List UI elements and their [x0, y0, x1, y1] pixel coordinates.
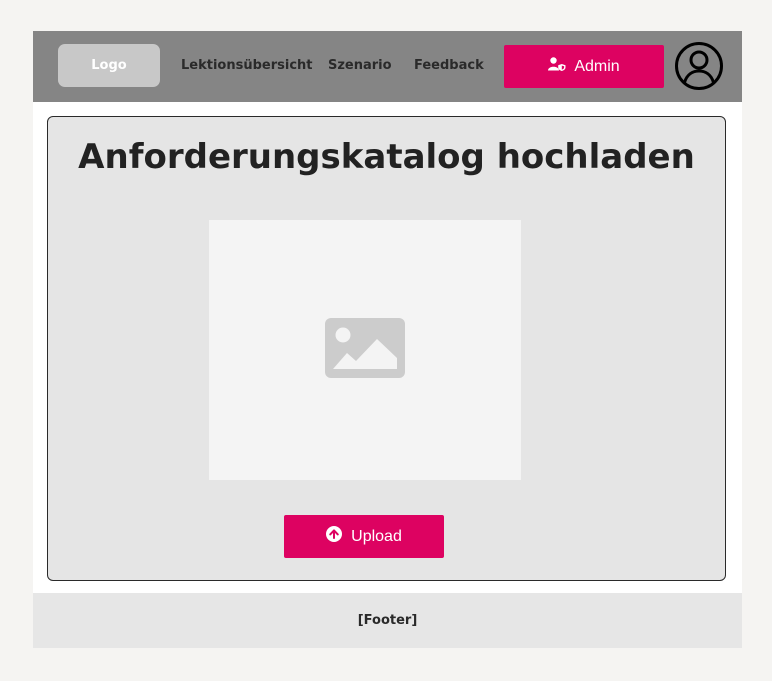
user-shield-icon: [548, 57, 566, 76]
admin-button[interactable]: Admin: [504, 45, 664, 88]
upload-button-label: Upload: [351, 527, 402, 545]
image-icon: [325, 318, 405, 382]
image-placeholder: [209, 220, 521, 480]
navbar: Logo Lektionsübersicht Szenario Feedback…: [33, 31, 742, 102]
page-frame: Logo Lektionsübersicht Szenario Feedback…: [33, 31, 742, 648]
nav-link-szenario[interactable]: Szenario: [328, 58, 392, 73]
nav-link-feedback[interactable]: Feedback: [414, 58, 484, 73]
footer-label: [Footer]: [357, 613, 418, 628]
upload-button[interactable]: Upload: [284, 515, 444, 558]
logo-label: Logo: [91, 58, 127, 73]
footer: [Footer]: [33, 593, 742, 648]
admin-button-label: Admin: [574, 57, 620, 75]
arrow-up-circle-icon: [326, 526, 343, 547]
user-circle-icon[interactable]: [674, 41, 724, 91]
page-title: Anforderungskatalog hochladen: [78, 137, 695, 177]
upload-card: Anforderungskatalog hochladen Upload: [47, 116, 726, 581]
nav-link-lektionsuebersicht[interactable]: Lektionsübersicht: [181, 58, 313, 73]
logo[interactable]: Logo: [58, 44, 160, 87]
